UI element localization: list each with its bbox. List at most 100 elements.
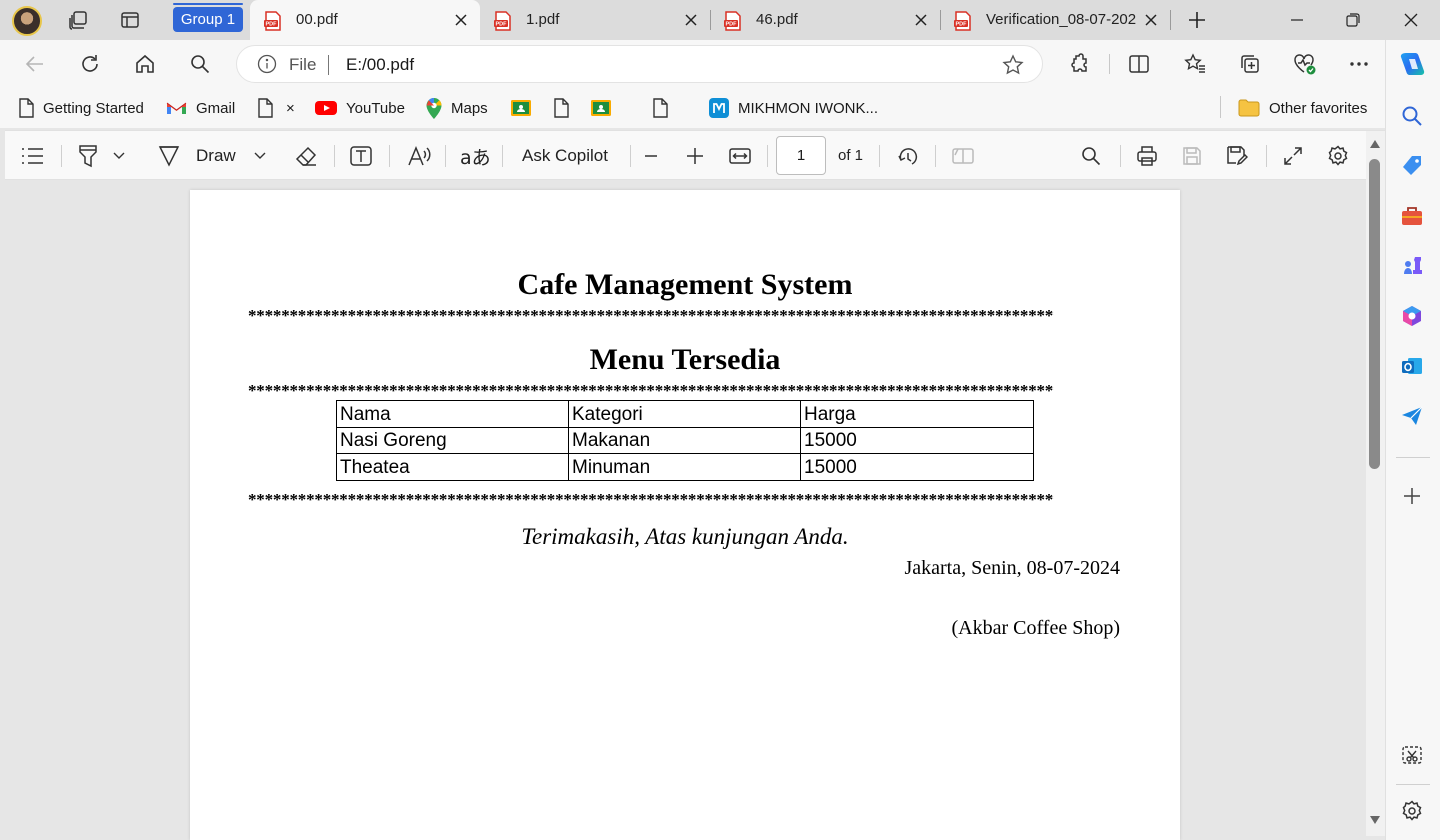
highlight-dropdown-chevron-icon[interactable] <box>113 143 125 169</box>
favorite-youtube[interactable]: YouTube <box>315 97 405 119</box>
favorite-other-favorites[interactable]: Other favorites <box>1238 97 1367 119</box>
more-options-icon[interactable] <box>1343 48 1375 80</box>
split-screen-icon[interactable] <box>1123 48 1155 80</box>
toolbar-separator <box>1109 54 1110 74</box>
gmail-icon <box>166 102 187 114</box>
fullscreen-expand-icon[interactable] <box>1283 143 1303 169</box>
sidebar-add-icon[interactable] <box>1398 482 1426 510</box>
address-bar[interactable]: File E:/00.pdf <box>236 45 1043 83</box>
tab-1-pdf[interactable]: PDF 1.pdf <box>480 0 710 40</box>
favorite-classroom-1[interactable] <box>511 97 540 119</box>
save-as-icon[interactable] <box>1226 143 1248 169</box>
shopping-tag-icon[interactable] <box>1398 152 1426 180</box>
home-icon[interactable] <box>129 48 161 80</box>
close-tab-icon[interactable] <box>452 11 470 29</box>
favorite-maps[interactable]: Maps <box>426 97 488 119</box>
favorite-label: Gmail <box>196 99 236 117</box>
browser-essentials-icon[interactable] <box>1289 48 1321 80</box>
table-cell: Theatea <box>336 453 569 481</box>
tab-actions-icon[interactable] <box>115 6 145 34</box>
tab-46-pdf[interactable]: PDF 46.pdf <box>710 0 940 40</box>
scroll-up-arrow-icon[interactable] <box>1369 139 1381 149</box>
toolbar-separator <box>502 145 503 167</box>
outlook-icon[interactable] <box>1398 352 1426 380</box>
favorite-page-2[interactable] <box>553 97 578 119</box>
toolbar-separator <box>767 145 768 167</box>
profile-avatar[interactable] <box>12 6 42 36</box>
maps-pin-icon <box>426 97 442 119</box>
save-icon[interactable] <box>1182 143 1202 169</box>
screenshot-capture-icon[interactable] <box>1398 742 1426 770</box>
table-header-cell: Harga <box>800 400 1034 428</box>
tab-verification-pdf[interactable]: PDF Verification_08-07-202 <box>940 0 1170 40</box>
sidebar-separator <box>1396 784 1430 785</box>
info-icon[interactable] <box>257 54 277 74</box>
draw-button[interactable]: Draw <box>158 143 236 169</box>
menu-table: Nama Kategori Harga Nasi Goreng Makanan … <box>336 400 1034 481</box>
vertical-scrollbar[interactable] <box>1366 131 1385 836</box>
sidebar-search-icon[interactable] <box>1398 102 1426 130</box>
favorite-classroom-2[interactable] <box>591 97 620 119</box>
extensions-icon[interactable] <box>1063 48 1095 80</box>
highlight-icon[interactable] <box>77 143 99 169</box>
tab-group-chip[interactable]: Group 1 <box>173 7 243 32</box>
favorite-getting-started[interactable]: Getting Started <box>18 97 144 119</box>
table-cell: Makanan <box>568 426 801 454</box>
toolbar-separator <box>389 145 390 167</box>
close-tab-icon[interactable] <box>1142 11 1160 29</box>
sidebar-settings-gear-icon[interactable] <box>1398 797 1426 825</box>
table-row: Nasi Goreng Makanan 15000 <box>336 426 1034 454</box>
favorite-untitled[interactable]: × <box>257 97 295 119</box>
rotate-icon[interactable] <box>896 143 920 169</box>
scrollbar-thumb[interactable] <box>1369 159 1380 469</box>
ask-copilot-button[interactable]: Ask Copilot <box>522 143 608 169</box>
collections-icon[interactable] <box>1234 48 1266 80</box>
favorite-page-3[interactable] <box>652 97 677 119</box>
svg-text:PDF: PDF <box>726 22 738 28</box>
tab-00-pdf[interactable]: PDF 00.pdf <box>250 0 480 40</box>
favorites-icon[interactable] <box>1179 48 1211 80</box>
close-window-icon[interactable] <box>1396 6 1426 34</box>
copilot-icon[interactable] <box>1398 50 1426 78</box>
add-text-icon[interactable] <box>349 143 373 169</box>
read-aloud-icon[interactable] <box>407 143 431 169</box>
games-chess-icon[interactable] <box>1398 252 1426 280</box>
minimize-icon[interactable] <box>1282 6 1312 34</box>
contents-list-icon[interactable] <box>21 143 45 169</box>
tools-briefcase-icon[interactable] <box>1398 202 1426 230</box>
restore-icon[interactable] <box>1338 6 1368 34</box>
zoom-out-icon[interactable] <box>643 143 659 169</box>
eraser-icon[interactable] <box>294 143 318 169</box>
translate-icon[interactable]: aあ <box>460 143 491 169</box>
pdf-file-icon: PDF <box>264 11 282 31</box>
search-icon[interactable] <box>184 48 216 80</box>
toolbar-separator <box>1266 145 1267 167</box>
pdf-file-icon: PDF <box>494 11 512 31</box>
find-search-icon[interactable] <box>1081 143 1101 169</box>
favorite-star-icon[interactable] <box>1002 54 1024 76</box>
print-icon[interactable] <box>1136 143 1158 169</box>
refresh-icon[interactable] <box>74 48 106 80</box>
page-number-input[interactable]: 1 <box>776 136 826 175</box>
drop-send-icon[interactable] <box>1398 402 1426 430</box>
close-tab-icon[interactable] <box>912 11 930 29</box>
close-tab-icon[interactable] <box>682 11 700 29</box>
back-icon[interactable] <box>19 48 51 80</box>
workspaces-icon[interactable] <box>63 6 93 34</box>
zoom-in-icon[interactable] <box>686 143 704 169</box>
favorite-gmail[interactable]: Gmail <box>166 97 235 119</box>
scroll-down-arrow-icon[interactable] <box>1369 815 1381 825</box>
address-url[interactable]: E:/00.pdf <box>346 55 414 75</box>
favorite-mikhmon[interactable]: MIKHMON IWONK... <box>709 97 878 119</box>
toolbar-separator <box>879 145 880 167</box>
table-cell: 15000 <box>800 453 1034 481</box>
draw-dropdown-chevron-icon[interactable] <box>254 143 266 169</box>
settings-gear-icon[interactable] <box>1327 143 1349 169</box>
tab-group-indicator <box>173 3 243 5</box>
page-view-icon[interactable] <box>951 143 975 169</box>
tab-label: Verification_08-07-202 <box>986 11 1136 28</box>
microsoft-365-icon[interactable] <box>1398 302 1426 330</box>
fit-to-width-icon[interactable] <box>729 143 751 169</box>
svg-text:PDF: PDF <box>956 22 968 28</box>
new-tab-icon[interactable] <box>1182 6 1212 34</box>
